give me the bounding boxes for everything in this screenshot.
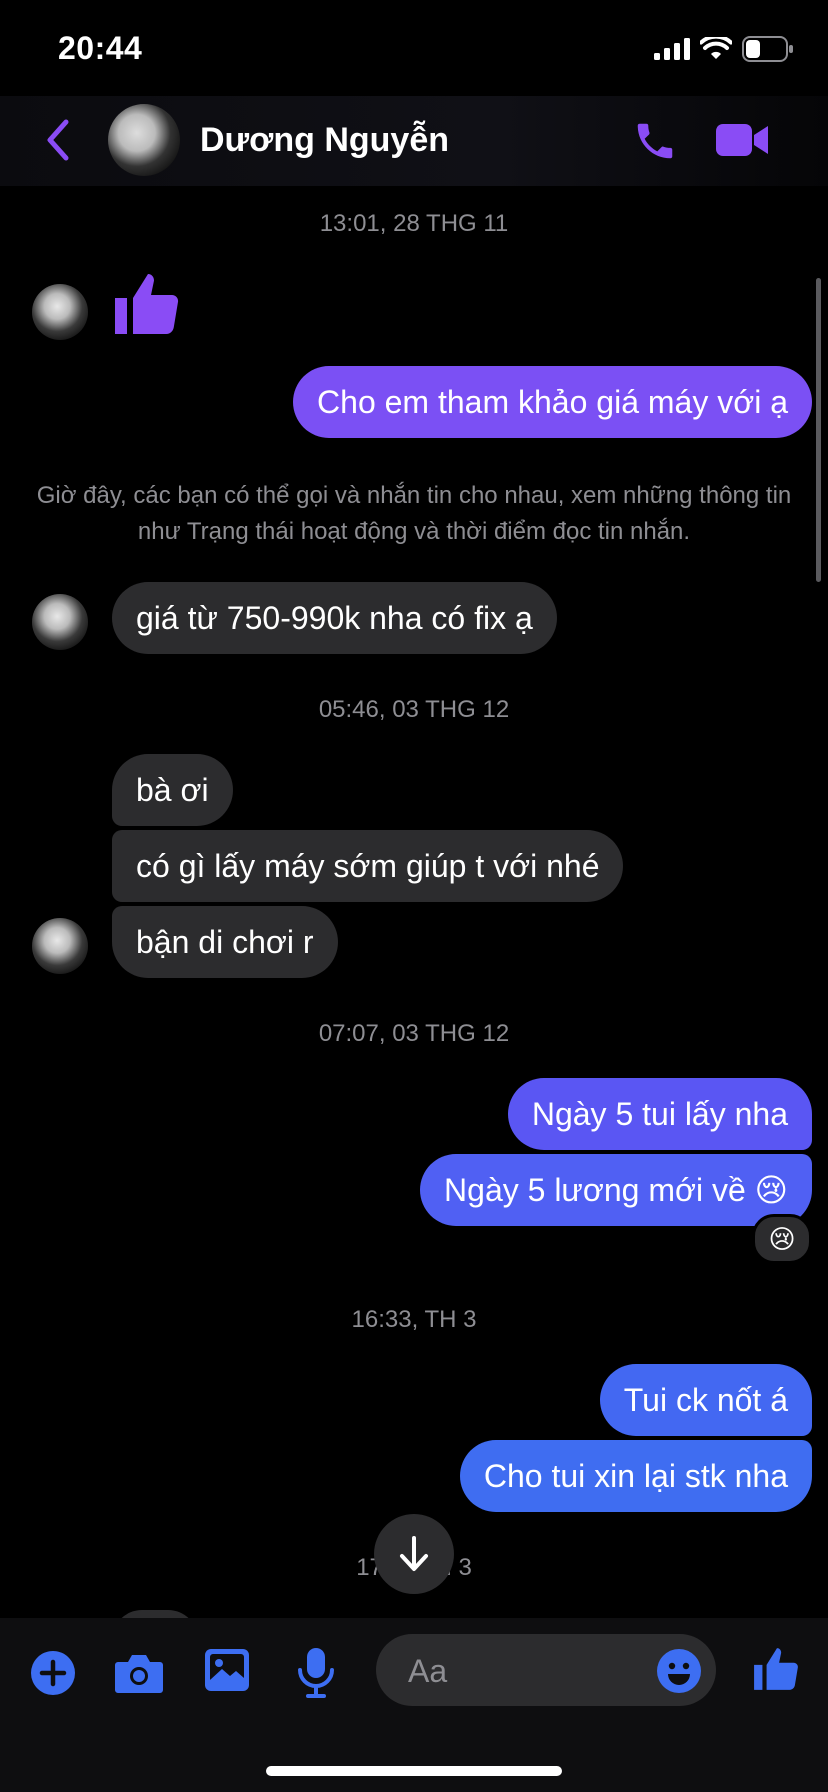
- status-time: 20:44: [58, 30, 143, 66]
- scroll-to-bottom-button[interactable]: [374, 1514, 454, 1594]
- image-icon[interactable]: [204, 1648, 250, 1692]
- message-outgoing[interactable]: Ngày 5 lương mới về 😢: [420, 1154, 812, 1226]
- timestamp: 16:33, TH 3: [351, 1306, 477, 1333]
- message-outgoing[interactable]: Ngày 5 tui lấy nha: [507, 1078, 812, 1150]
- phone-icon[interactable]: [632, 118, 678, 164]
- battery-icon: [742, 36, 793, 62]
- avatar[interactable]: [32, 594, 88, 650]
- like-icon[interactable]: [752, 1644, 802, 1694]
- smile-icon[interactable]: [656, 1648, 702, 1694]
- thumbs-up-icon: [115, 274, 179, 334]
- arrow-down-icon: [400, 1536, 428, 1571]
- avatar[interactable]: [32, 284, 88, 340]
- contact-name[interactable]: Dương Nguyễn: [200, 121, 449, 160]
- camera-icon[interactable]: [114, 1652, 164, 1694]
- mic-icon[interactable]: [296, 1646, 336, 1698]
- message-outgoing[interactable]: Tui ck nốt á: [599, 1364, 812, 1436]
- status-icons: [654, 36, 794, 62]
- signal-icon: [654, 38, 690, 60]
- timestamp: 13:01, 28 THG 11: [319, 210, 509, 237]
- system-notice: Giờ đây, các bạn có thể gọi và nhắn tin …: [36, 482, 792, 545]
- back-icon[interactable]: [44, 118, 72, 162]
- timestamp: 07:07, 03 THG 12: [318, 1020, 510, 1047]
- reaction-badge[interactable]: 😢: [752, 1214, 812, 1264]
- message-input[interactable]: [406, 1652, 630, 1690]
- wifi-icon: [700, 37, 732, 59]
- avatar[interactable]: [108, 104, 180, 176]
- scrollbar[interactable]: [816, 278, 821, 582]
- timestamp: 05:46, 03 THG 12: [318, 696, 510, 723]
- message-incoming[interactable]: bà ơi: [112, 754, 233, 826]
- message-outgoing[interactable]: Cho tui xin lại stk nha: [459, 1440, 812, 1512]
- message-incoming[interactable]: có gì lấy máy sớm giúp t với nhé: [112, 830, 624, 902]
- message-outgoing[interactable]: Cho em tham khảo giá máy với ạ: [293, 366, 812, 438]
- home-indicator[interactable]: [266, 1766, 562, 1776]
- message-incoming[interactable]: giá từ 750-990k nha có fix ạ: [112, 582, 557, 654]
- message-incoming[interactable]: bận di chơi r: [112, 906, 338, 978]
- avatar[interactable]: [32, 918, 88, 974]
- plus-icon[interactable]: [30, 1650, 76, 1696]
- video-icon[interactable]: [716, 122, 770, 158]
